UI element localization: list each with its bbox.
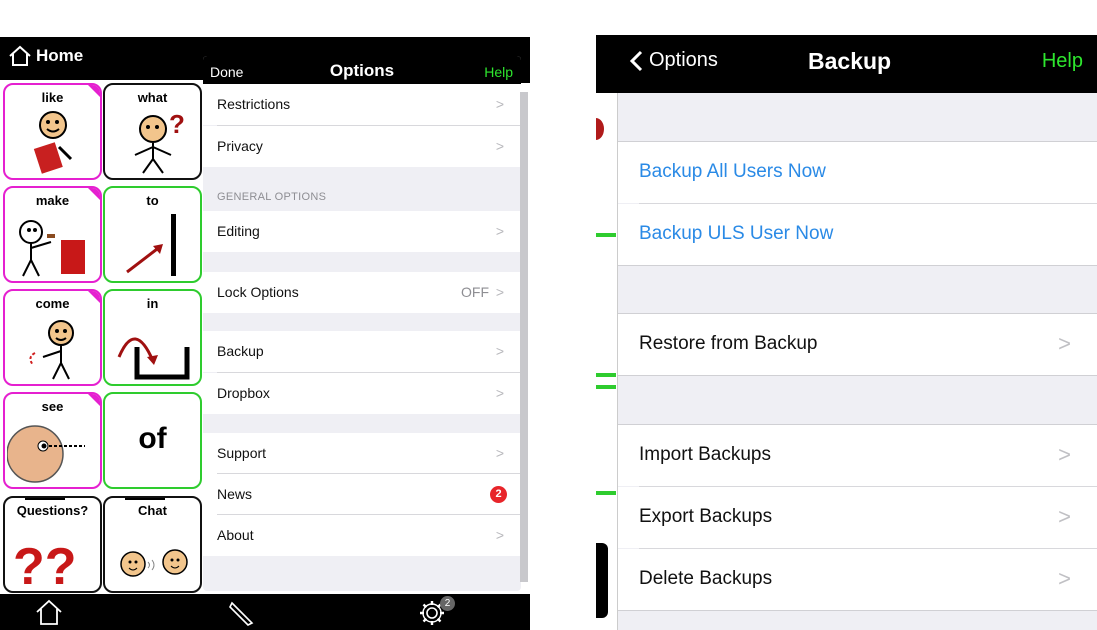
delete-backups-row[interactable]: Delete Backups > bbox=[618, 549, 1097, 610]
options-panel: Done Options Help Restrictions > Privacy… bbox=[203, 56, 521, 591]
cell-label: make bbox=[35, 193, 70, 208]
underlying-grid-edge bbox=[596, 93, 618, 630]
settings-badge: 2 bbox=[440, 596, 455, 611]
row-label: Delete Backups bbox=[639, 568, 773, 589]
chevron-right-icon: > bbox=[495, 284, 504, 300]
chevron-right-icon: > bbox=[1058, 566, 1071, 591]
home-button[interactable]: Home bbox=[8, 45, 83, 67]
svg-text:??: ?? bbox=[13, 538, 77, 590]
row-label: Editing bbox=[217, 223, 260, 239]
backup-title: Backup bbox=[808, 48, 892, 74]
cell-label: like bbox=[41, 90, 64, 105]
backup-all-users-now-button[interactable]: Backup All Users Now bbox=[618, 142, 1097, 203]
like-symbol-icon bbox=[33, 111, 73, 174]
symbol-cell-chat[interactable]: Chat bbox=[103, 496, 202, 593]
grid-scrollbar[interactable] bbox=[520, 92, 528, 582]
backup-nav-bar: Options Backup Help bbox=[596, 35, 1097, 93]
cell-label: what bbox=[137, 90, 168, 105]
cell-label: Questions? bbox=[16, 503, 89, 518]
options-row-privacy[interactable]: Privacy > bbox=[203, 126, 521, 167]
restore-from-backup-row[interactable]: Restore from Backup > bbox=[618, 314, 1097, 375]
chevron-left-icon bbox=[629, 50, 643, 71]
options-title: Options bbox=[329, 61, 395, 80]
home-icon bbox=[36, 599, 62, 625]
backup-help-button[interactable]: Help bbox=[1042, 50, 1083, 73]
symbol-cell-questions[interactable]: Questions? ?? bbox=[3, 496, 102, 593]
home-title: Home bbox=[36, 46, 84, 65]
chevron-right-icon: > bbox=[495, 223, 504, 239]
home-icon bbox=[9, 45, 31, 66]
row-label: Lock Options bbox=[217, 284, 299, 300]
options-row-restrictions[interactable]: Restrictions > bbox=[203, 84, 521, 125]
row-label: News bbox=[217, 486, 253, 502]
make-symbol-icon bbox=[19, 220, 85, 277]
row-label: Export Backups bbox=[639, 506, 773, 527]
row-label: Privacy bbox=[217, 138, 263, 154]
options-row-backup[interactable]: Backup > bbox=[203, 331, 521, 372]
left-screen: Home like what ? make to come in see of … bbox=[0, 0, 530, 630]
export-backups-row[interactable]: Export Backups > bbox=[618, 487, 1097, 548]
come-symbol-icon bbox=[29, 320, 74, 380]
chevron-right-icon: > bbox=[495, 343, 504, 359]
chevron-right-icon: > bbox=[495, 527, 504, 543]
symbol-cell-of[interactable]: of bbox=[103, 392, 202, 489]
chevron-right-icon: > bbox=[495, 445, 504, 461]
options-row-lock-options[interactable]: Lock Options OFF > bbox=[203, 272, 521, 313]
symbol-cell-see[interactable]: see bbox=[3, 392, 102, 489]
row-label: Restore from Backup bbox=[639, 333, 818, 354]
row-label: Support bbox=[217, 445, 267, 461]
row-label: Dropbox bbox=[217, 385, 270, 401]
edit-button[interactable] bbox=[226, 597, 256, 630]
chevron-right-icon: > bbox=[495, 385, 504, 401]
options-row-news[interactable]: News 2 bbox=[203, 474, 521, 515]
row-label: Backup ULS User Now bbox=[639, 223, 834, 244]
row-label: Import Backups bbox=[639, 444, 771, 465]
row-label: Backup bbox=[217, 343, 264, 359]
symbol-grid: like what ? make to come in see of Quest… bbox=[0, 80, 205, 595]
back-to-options-button[interactable]: Options bbox=[629, 49, 718, 72]
cell-label: of bbox=[138, 422, 167, 455]
in-symbol-icon bbox=[117, 337, 190, 380]
back-label: Options bbox=[649, 49, 718, 71]
symbol-cell-make[interactable]: make bbox=[3, 186, 102, 283]
options-help-button[interactable]: Help bbox=[484, 64, 513, 80]
row-label: Restrictions bbox=[217, 96, 291, 112]
lock-options-value: OFF bbox=[461, 284, 489, 300]
chevron-right-icon: > bbox=[1058, 442, 1071, 467]
cell-label: to bbox=[146, 193, 159, 208]
chevron-right-icon: > bbox=[1058, 331, 1071, 356]
backup-uls-user-now-button[interactable]: Backup ULS User Now bbox=[618, 204, 1097, 265]
chat-symbol-icon bbox=[120, 549, 188, 577]
chevron-right-icon: > bbox=[495, 96, 504, 112]
cell-label: Chat bbox=[138, 503, 167, 518]
right-screen: Options Backup Help Backup All Users Now… bbox=[596, 0, 1097, 630]
status-strip bbox=[596, 0, 1097, 35]
symbol-cell-what[interactable]: what ? bbox=[103, 83, 202, 180]
options-row-editing[interactable]: Editing > bbox=[203, 211, 521, 252]
to-symbol-icon bbox=[126, 214, 176, 276]
symbol-cell-in[interactable]: in bbox=[103, 289, 202, 386]
import-backups-row[interactable]: Import Backups > bbox=[618, 425, 1097, 486]
news-badge: 2 bbox=[490, 486, 507, 503]
cell-label: see bbox=[41, 399, 64, 414]
row-label: Backup All Users Now bbox=[639, 161, 826, 182]
row-label: About bbox=[217, 527, 254, 543]
pencil-icon bbox=[229, 601, 254, 626]
symbol-cell-come[interactable]: come bbox=[3, 289, 102, 386]
what-symbol-icon: ? bbox=[134, 109, 185, 174]
symbol-cell-to[interactable]: to bbox=[103, 186, 202, 283]
cell-label: come bbox=[35, 296, 70, 311]
chevron-right-icon: > bbox=[495, 138, 504, 154]
see-symbol-icon bbox=[7, 425, 85, 483]
options-row-about[interactable]: About > bbox=[203, 515, 521, 556]
cell-label: in bbox=[146, 296, 159, 311]
options-row-support[interactable]: Support > bbox=[203, 433, 521, 474]
chevron-right-icon: > bbox=[1058, 504, 1071, 529]
svg-text:?: ? bbox=[169, 109, 185, 139]
general-options-header: GENERAL OPTIONS bbox=[217, 191, 327, 203]
home-tab-button[interactable] bbox=[34, 597, 64, 630]
questions-symbol-icon: ?? bbox=[13, 538, 77, 590]
options-row-dropbox[interactable]: Dropbox > bbox=[203, 373, 521, 414]
symbol-cell-like[interactable]: like bbox=[3, 83, 102, 180]
